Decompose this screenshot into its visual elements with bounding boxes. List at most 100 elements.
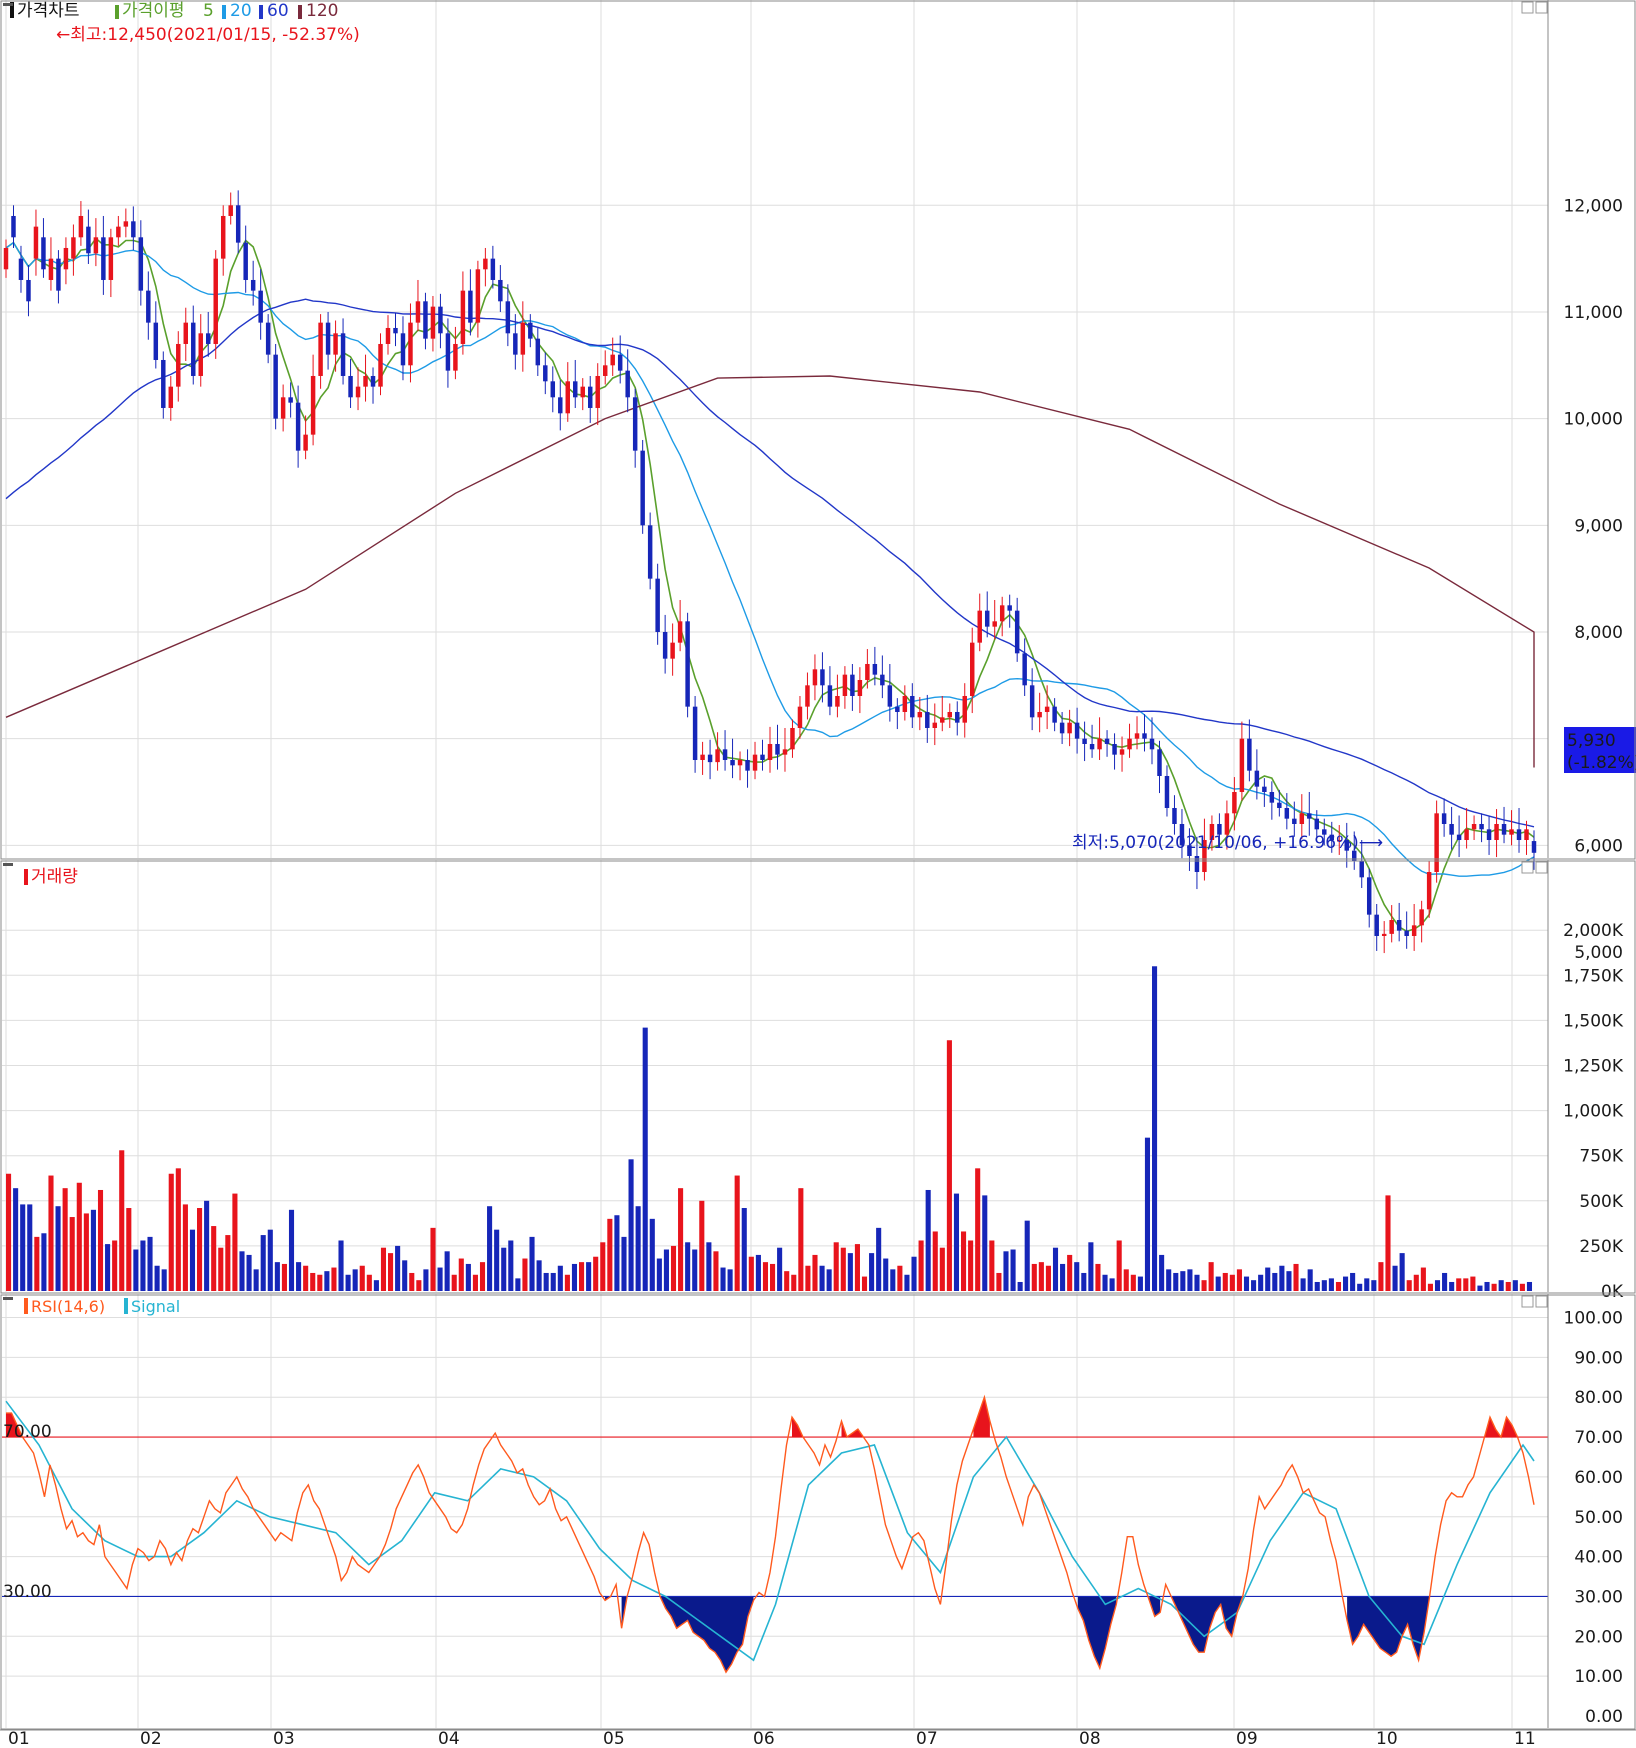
candle-down [26,279,31,302]
volume-bar [373,1280,379,1291]
rsi-tick-label: 0.00 [1585,1707,1623,1727]
candle-down [513,333,518,355]
volume-bar [1328,1278,1334,1291]
candle-up [677,621,683,643]
candle-down [647,525,653,579]
minimize-icon[interactable] [1521,861,1534,874]
candle-down [1029,685,1035,718]
volume-bar [1258,1274,1264,1291]
volume-bar [126,1208,132,1291]
volume-bar [62,1188,68,1291]
volume-bar [586,1262,592,1291]
minimize-icon[interactable] [1521,1,1534,14]
candle-down [1314,818,1320,830]
volume-bar [713,1251,719,1291]
volume-bar [1152,966,1158,1291]
candle-down [722,749,728,760]
volume-bar [720,1267,726,1291]
volume-bar [1137,1276,1143,1291]
volume-bar [246,1254,252,1291]
candle-down [101,237,106,280]
candle-down [153,322,159,360]
candle-down [1449,823,1454,835]
candle-up [940,717,945,723]
volume-bar [83,1213,89,1291]
volume-bar [197,1208,203,1291]
candle-down [1366,877,1372,915]
volume-bar [1463,1278,1469,1291]
month-label: 07 [916,1729,938,1748]
candle-down [1157,749,1162,776]
candle-down [146,290,151,323]
candle-up [213,258,218,344]
legend-rsi: RSI(14,6) [31,1297,105,1316]
candle-up [1524,829,1529,840]
candle-up [595,375,600,408]
volume-bar [444,1251,450,1291]
volume-bar [607,1218,613,1291]
close-icon[interactable] [1535,1,1548,14]
candle-down [850,674,855,696]
legend-signal: Signal [131,1297,180,1316]
candle-up [1067,722,1072,734]
candle-down [1022,653,1027,686]
volume-bar [536,1260,542,1291]
candle-down [535,338,541,366]
low-annotation: 최저:5,070(2021/10/06, +16.96%)⟶ [1072,833,1383,853]
candle-up [1097,738,1102,750]
volume-bar [861,1276,868,1291]
volume-bar [953,1193,960,1291]
candle-up [1232,791,1237,814]
candle-up [790,727,795,750]
candle-up [917,711,923,718]
volume-tick-label: 500K [1579,1192,1623,1212]
candle-down [1074,722,1080,739]
legend-swatch-ma20 [222,5,226,19]
minimize-icon[interactable] [1521,1295,1534,1308]
volume-bar [1067,1254,1073,1291]
volume-bar [869,1253,875,1291]
volume-bar [939,1247,945,1291]
candle-down [632,397,638,451]
close-icon[interactable] [1535,861,1548,874]
volume-bar [458,1258,464,1291]
volume-bar [465,1263,471,1291]
candle-up [1044,706,1050,712]
volume-bar [1116,1240,1122,1291]
candle-up [483,258,488,270]
candle-down [1007,605,1012,611]
volume-bar [897,1265,903,1291]
candle-up [857,679,863,696]
volume-bar [890,1269,896,1291]
volume-bar [819,1265,825,1291]
rsi-tick-label: 60.00 [1574,1468,1623,1488]
legend-price-title: 가격차트 [17,1,80,21]
candle-down [250,279,256,291]
candle-up [1464,829,1469,840]
volume-bar [147,1236,153,1291]
close-icon[interactable] [1535,1295,1548,1308]
volume-bar [678,1188,684,1291]
volume-bar [1272,1272,1278,1291]
volume-tick-label: 1,500K [1563,1011,1624,1031]
volume-bar [1526,1281,1533,1291]
volume-bar [1222,1272,1228,1291]
volume-tick-label: 1,750K [1563,966,1624,986]
volume-bar [734,1175,740,1291]
candle-down [205,333,211,344]
candle-up [715,749,720,763]
candle-up [1299,813,1305,824]
volume-bar [522,1258,528,1291]
volume-bar [741,1208,747,1291]
volume-bar [911,1256,917,1291]
month-label: 02 [140,1729,162,1748]
candle-up [1119,749,1125,755]
volume-bar [1477,1285,1483,1291]
candle-down [662,631,668,659]
volume-bar [529,1236,535,1291]
candle-up [782,749,788,755]
volume-bar [1159,1254,1165,1291]
candle-up [430,306,436,339]
volume-bar [805,1265,811,1291]
volume-bar [748,1256,754,1291]
